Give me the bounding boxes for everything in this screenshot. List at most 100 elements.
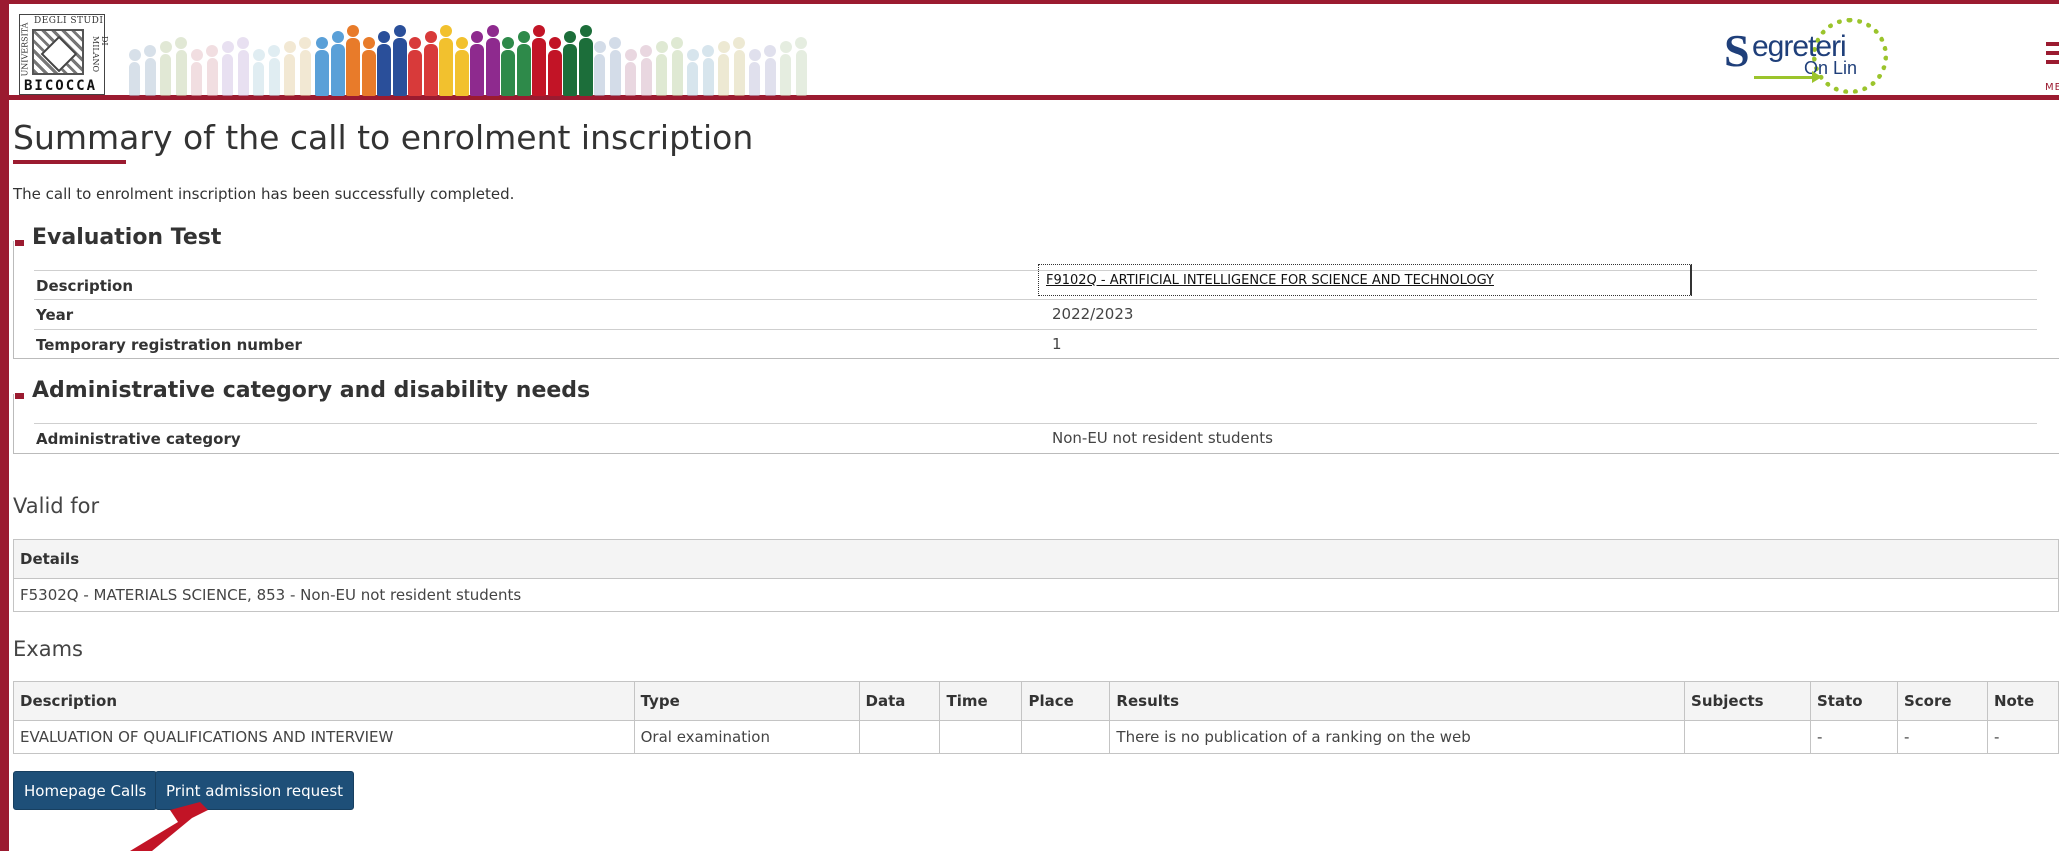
banner-person — [501, 37, 515, 96]
banner-person — [361, 37, 376, 96]
banner-person — [532, 25, 546, 96]
banner-person — [392, 25, 407, 96]
exam-score: - — [1896, 720, 1988, 754]
banner-person — [315, 37, 329, 96]
admin-category-label: Administrative category — [36, 430, 241, 448]
banner-person — [283, 41, 296, 96]
banner-person — [764, 45, 776, 96]
banner-person — [268, 45, 280, 96]
col-description: Description — [13, 681, 635, 721]
exam-type: Oral examination — [633, 720, 860, 754]
banner-person — [330, 31, 345, 96]
banner-person — [470, 31, 484, 96]
banner-person — [686, 49, 699, 96]
table-row: F5302Q - MATERIALS SCIENCE, 853 - Non-EU… — [13, 578, 2059, 612]
banner-person — [159, 41, 172, 96]
banner-person — [206, 45, 218, 96]
banner-person — [454, 37, 469, 96]
valid-for-heading: Valid for — [13, 494, 100, 518]
banner-person — [655, 41, 668, 96]
red-pointer-arrow-icon — [130, 802, 208, 851]
exam-time — [939, 720, 1023, 754]
col-stato: Stato — [1810, 681, 1898, 721]
admin-category-value: Non-EU not resident students — [1052, 429, 1273, 447]
brand-initial: S — [1724, 25, 1750, 76]
banner-person — [516, 31, 531, 96]
banner-person — [733, 37, 745, 96]
description-label: Description — [36, 277, 134, 295]
banner-person — [377, 31, 391, 96]
banner-person — [624, 49, 637, 96]
site-header: DEGLI STUDI UNIVERSITÀ DI MILANO BICOCCA… — [9, 12, 2059, 100]
page-title: Summary of the call to enrolment inscrip… — [13, 118, 754, 157]
table-row: EVALUATION OF QUALIFICATIONS AND INTERVI… — [13, 720, 2059, 754]
banner-person — [795, 37, 807, 96]
banner-person — [237, 37, 249, 96]
col-time: Time — [939, 681, 1023, 721]
exams-heading: Exams — [13, 637, 83, 661]
banner-person — [439, 25, 453, 96]
logo-name: BICOCCA — [24, 78, 98, 94]
admin-category-row: Administrative category Non-EU not resid… — [34, 423, 2037, 452]
details-cell: F5302Q - MATERIALS SCIENCE, 853 - Non-EU… — [13, 578, 2059, 612]
success-message: The call to enrolment inscription has be… — [13, 185, 515, 203]
left-frame — [0, 0, 9, 851]
university-seal-icon — [32, 29, 84, 75]
registration-number-row: Temporary registration number 1 — [34, 329, 2037, 358]
banner-person — [702, 45, 714, 96]
banner-person — [175, 37, 187, 96]
banner-person — [299, 37, 311, 96]
banner-person — [346, 25, 360, 96]
exam-results: There is no publication of a ranking on … — [1109, 720, 1686, 754]
people-banner-image — [128, 18, 819, 96]
university-logo[interactable]: DEGLI STUDI UNIVERSITÀ DI MILANO BICOCCA — [19, 14, 109, 95]
segreterie-online-logo[interactable]: S egreteri On Lin — [1714, 16, 1904, 96]
description-row: Description — [34, 270, 2037, 299]
banner-person — [779, 41, 792, 96]
course-description-link[interactable]: F9102Q - ARTIFICIAL INTELLIGENCE FOR SCI… — [1046, 273, 1494, 288]
exam-stato: - — [1810, 720, 1898, 754]
exam-description: EVALUATION OF QUALIFICATIONS AND INTERVI… — [13, 720, 635, 754]
year-label: Year — [36, 306, 74, 324]
exam-note: - — [1986, 720, 2059, 754]
banner-person — [671, 37, 683, 96]
banner-person — [423, 31, 438, 96]
banner-person — [252, 49, 265, 96]
valid-for-table: Details F5302Q - MATERIALS SCIENCE, 853 … — [13, 539, 2059, 612]
banner-person — [717, 41, 730, 96]
banner-person — [221, 41, 234, 96]
registration-number-label: Temporary registration number — [36, 336, 302, 354]
banner-person — [609, 37, 621, 96]
details-column-header: Details — [13, 539, 2059, 579]
brand-arrow-icon — [1754, 71, 1822, 83]
banner-person — [593, 41, 606, 96]
hamburger-icon — [2046, 42, 2059, 69]
admin-category-box: Administrative category Non-EU not resid… — [13, 394, 2059, 454]
banner-person — [190, 49, 203, 96]
col-subjects: Subjects — [1684, 681, 1811, 721]
logo-side-text-left: UNIVERSITÀ — [20, 22, 30, 77]
banner-person — [563, 31, 577, 96]
col-place: Place — [1021, 681, 1111, 721]
year-value: 2022/2023 — [1052, 305, 1134, 323]
banner-person — [578, 25, 593, 96]
col-score: Score — [1896, 681, 1988, 721]
col-type: Type — [633, 681, 860, 721]
banner-person — [640, 45, 652, 96]
banner-person — [408, 37, 422, 96]
col-results: Results — [1109, 681, 1686, 721]
title-underline — [13, 160, 126, 164]
menu-button[interactable]: MEN — [2029, 34, 2059, 94]
description-link-focus: F9102Q - ARTIFICIAL INTELLIGENCE FOR SCI… — [1038, 264, 1692, 296]
col-note: Note — [1986, 681, 2059, 721]
banner-person — [128, 49, 141, 96]
year-row: Year 2022/2023 — [34, 299, 2037, 328]
logo-top-text: DEGLI STUDI — [34, 16, 104, 26]
exams-table: Description Type Data Time Place Results… — [13, 681, 2059, 754]
top-frame — [0, 0, 2059, 12]
table-header-row: Description Type Data Time Place Results… — [13, 681, 2059, 721]
menu-label: MEN — [2045, 82, 2059, 93]
banner-person — [748, 49, 761, 96]
banner-person — [485, 25, 500, 96]
logo-side-text-right: DI MILANO — [91, 36, 109, 72]
